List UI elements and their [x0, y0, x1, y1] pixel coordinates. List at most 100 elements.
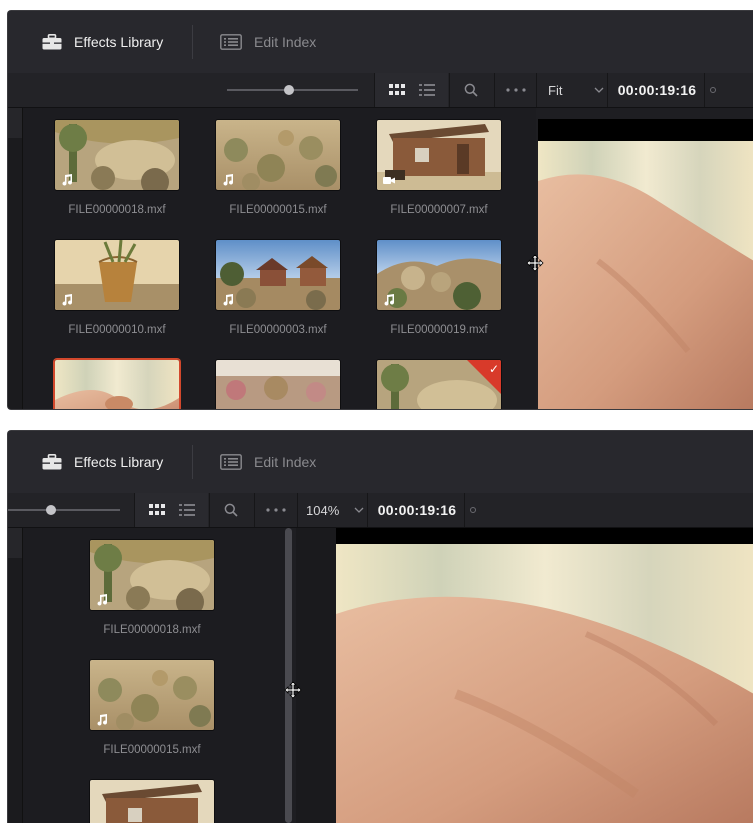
music-note-icon	[62, 294, 73, 306]
dot-icon	[710, 87, 716, 93]
clip-name: FILE00000010.mxf	[68, 324, 166, 336]
viewer-zoom-dropdown[interactable]: Fit	[548, 73, 604, 107]
grid-icon	[149, 504, 165, 515]
viewer-options-dot[interactable]	[706, 73, 720, 107]
panel-tab-bar: Effects Library Edit Index	[8, 11, 753, 74]
clip-name: FILE00000019.mxf	[390, 324, 488, 336]
clip-thumbnail[interactable]: FILE00000019.mxf	[376, 239, 502, 336]
clip-name: FILE00000007.mxf	[390, 204, 488, 216]
clip-thumbnail-flagged[interactable]: ✓	[376, 359, 502, 409]
more-options-button[interactable]	[498, 73, 534, 107]
clip-preview-image	[54, 359, 180, 409]
toolbox-icon	[42, 454, 62, 470]
chevron-down-icon	[354, 507, 364, 513]
effects-library-panel-wide: Effects Library Edit Index Fit 00:00:19:…	[7, 10, 753, 410]
more-dots-icon	[506, 88, 526, 92]
clip-thumbnail[interactable]: FILE00000010.mxf	[54, 239, 180, 336]
slider-handle[interactable]	[284, 85, 294, 95]
music-note-icon	[223, 174, 234, 186]
media-toolbar: Fit 00:00:19:16	[8, 73, 753, 108]
clip-thumbnail[interactable]: FILE00000015.mxf	[89, 659, 215, 756]
media-toolbar: 104% 00:00:19:16	[8, 493, 753, 528]
grid-icon	[389, 84, 405, 95]
list-icon	[220, 454, 242, 470]
more-options-button[interactable]	[258, 493, 294, 527]
clip-preview-image	[215, 359, 341, 409]
list-icon	[220, 34, 242, 50]
clip-preview-image	[376, 119, 502, 191]
video-icon	[383, 177, 395, 184]
clip-thumbnail[interactable]: FILE00000018.mxf	[54, 119, 180, 216]
clip-preview-image: ✓	[376, 359, 502, 409]
tab-edit-index[interactable]: Edit Index	[220, 11, 316, 73]
more-dots-icon	[266, 508, 286, 512]
clip-name: FILE00000018.mxf	[103, 624, 201, 636]
clip-thumbnail[interactable]: FILE00000007.mxf	[376, 119, 502, 216]
dot-icon	[470, 507, 476, 513]
search-button[interactable]	[456, 73, 486, 107]
effects-library-panel-narrow: Effects Library Edit Index 104% 00:00:19…	[7, 430, 753, 823]
clip-preview-image	[89, 779, 215, 823]
slider-handle[interactable]	[46, 505, 56, 515]
clip-name: FILE00000018.mxf	[68, 204, 166, 216]
clip-name: FILE00000015.mxf	[103, 744, 201, 756]
clip-thumbnail[interactable]: FILE00000003.mxf	[215, 239, 341, 336]
clip-name: FILE00000015.mxf	[229, 204, 327, 216]
zoom-value: Fit	[548, 82, 563, 98]
panel-tab-bar: Effects Library Edit Index	[8, 431, 753, 494]
grid-view-button[interactable]	[144, 493, 170, 527]
resize-cursor-icon	[526, 254, 544, 272]
music-note-icon	[384, 294, 395, 306]
chevron-down-icon	[594, 87, 604, 93]
resize-cursor-icon	[284, 681, 302, 699]
search-button[interactable]	[216, 493, 246, 527]
tab-effects-library[interactable]: Effects Library	[42, 431, 163, 493]
list-view-icon	[179, 504, 195, 516]
clip-preview-image	[215, 239, 341, 311]
tab-edit-index[interactable]: Edit Index	[220, 431, 316, 493]
search-icon	[464, 83, 478, 97]
tab-separator	[192, 25, 193, 59]
clip-preview-image	[89, 539, 215, 611]
clip-thumbnail[interactable]: FILE00000015.mxf	[215, 119, 341, 216]
grid-view-button[interactable]	[384, 73, 410, 107]
music-note-icon	[223, 294, 234, 306]
list-view-icon	[419, 84, 435, 96]
clip-preview-image	[54, 119, 180, 191]
tab-effects-label: Effects Library	[74, 454, 164, 470]
timecode-display: 00:00:19:16	[372, 493, 462, 527]
viewer-canvas[interactable]	[538, 119, 753, 409]
clip-preview-image	[54, 239, 180, 311]
toolbox-icon	[42, 34, 62, 50]
zoom-value: 104%	[306, 502, 340, 518]
viewer-canvas[interactable]	[296, 528, 753, 823]
list-view-button[interactable]	[174, 493, 200, 527]
timecode-value: 00:00:19:16	[617, 82, 697, 98]
viewer-zoom-dropdown[interactable]: 104%	[306, 493, 364, 527]
checkmark-icon: ✓	[488, 362, 499, 376]
viewer-options-dot[interactable]	[466, 493, 480, 527]
vertical-scrollbar[interactable]	[285, 528, 292, 823]
side-collapse-strip[interactable]	[8, 108, 23, 409]
clip-thumbnail-selected[interactable]	[54, 359, 180, 409]
search-icon	[224, 503, 238, 517]
clip-thumbnail[interactable]	[215, 359, 341, 409]
list-view-button[interactable]	[414, 73, 440, 107]
music-note-icon	[97, 594, 108, 606]
music-note-icon	[97, 714, 108, 726]
music-note-icon	[62, 174, 73, 186]
tab-edit-label: Edit Index	[254, 34, 317, 50]
side-collapse-strip[interactable]	[8, 528, 23, 823]
tab-effects-label: Effects Library	[74, 34, 164, 50]
clip-preview-image	[376, 239, 502, 311]
tab-effects-library[interactable]: Effects Library	[42, 11, 163, 73]
clip-preview-image	[215, 119, 341, 191]
timecode-display: 00:00:19:16	[612, 73, 702, 107]
clip-thumbnail[interactable]	[89, 779, 215, 823]
timecode-value: 00:00:19:16	[377, 502, 457, 518]
tab-separator	[192, 445, 193, 479]
clip-preview-image	[89, 659, 215, 731]
thumbnail-size-slider[interactable]	[8, 509, 120, 511]
clip-thumbnail[interactable]: FILE00000018.mxf	[89, 539, 215, 636]
tab-edit-label: Edit Index	[254, 454, 317, 470]
